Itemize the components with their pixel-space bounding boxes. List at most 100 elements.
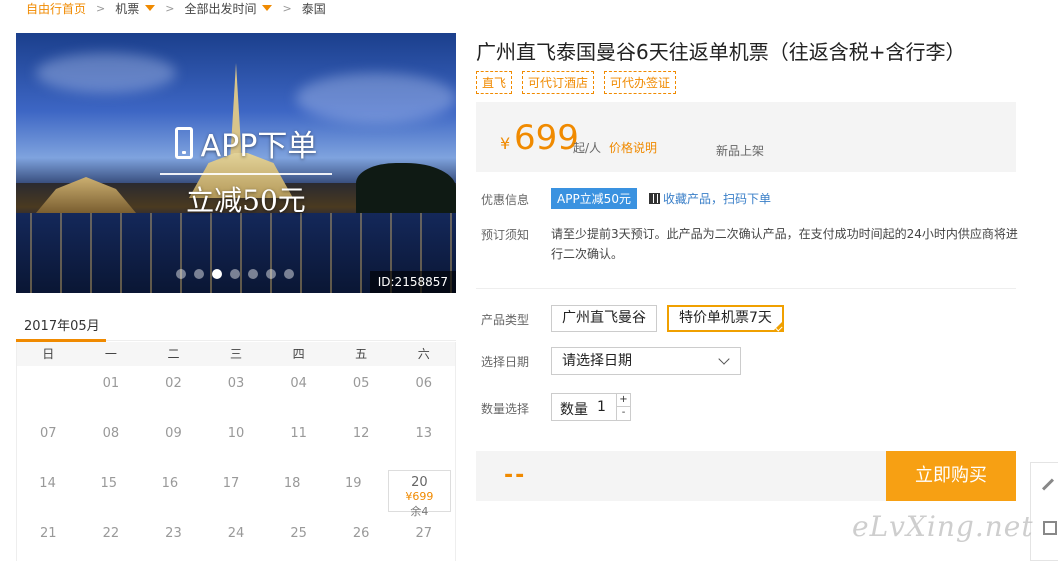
chevron-down-icon[interactable]	[145, 5, 156, 11]
calendar-week-row: 01 02 03 04 05 06	[17, 366, 455, 416]
scan-order-link[interactable]: 扫码下单	[723, 190, 771, 207]
calendar-day[interactable]: 13	[392, 416, 455, 466]
quantity-label: 数量选择	[481, 402, 530, 416]
check-icon	[775, 324, 783, 332]
phone-icon	[174, 127, 193, 159]
watermark: eLvXing.net	[852, 510, 1034, 543]
date-label: 选择日期	[481, 355, 530, 369]
notice-label: 预订须知	[481, 228, 530, 242]
divider	[476, 288, 1016, 289]
breadcrumb-separator: >	[96, 1, 106, 15]
product-type-option-special-7day[interactable]: 特价单机票7天	[667, 305, 784, 332]
quantity-stepper: 数量 1 + -	[551, 393, 631, 421]
calendar-day[interactable]: 08	[80, 416, 143, 466]
calendar-weekday: 一	[104, 347, 117, 361]
product-id-tag: ID:2158857	[369, 271, 456, 293]
calendar-day[interactable]: 21	[17, 516, 80, 561]
calendar-day[interactable]: 05	[330, 366, 393, 416]
carousel-dot[interactable]	[194, 269, 204, 279]
chevron-down-icon[interactable]	[262, 5, 273, 11]
calendar-weekday: 二	[167, 347, 180, 361]
date-select[interactable]: 请选择日期	[551, 347, 741, 375]
calendar-day[interactable]: 19	[323, 466, 384, 516]
breadcrumb-separator: >	[165, 1, 175, 15]
total-price: --	[504, 463, 527, 488]
carousel-dot[interactable]	[284, 269, 294, 279]
buy-now-button[interactable]: 立即购买	[886, 451, 1016, 501]
price-amount: 699	[514, 118, 579, 158]
chevron-down-icon	[718, 353, 730, 365]
calendar-grid: 日一二三四五六 01 02 03 04 05 06 07 08 09 10 11 12 13 14 15 16…	[16, 342, 456, 561]
carousel-dots	[176, 269, 294, 279]
calendar-day-number: 20	[411, 475, 428, 490]
calendar-week-row: 07 08 09 10 11 12 13	[17, 416, 455, 466]
carousel-dot[interactable]	[230, 269, 240, 279]
notice-text: 请至少提前3天预订。此产品为二次确认产品，在支付成功时间起的24小时内供应商将进…	[551, 227, 1018, 261]
calendar-weekdays: 日一二三四五六	[17, 342, 455, 366]
calendar-weekday: 六	[417, 347, 430, 361]
calendar-day[interactable]: 11	[267, 416, 330, 466]
carousel-dot[interactable]	[266, 269, 276, 279]
carousel-dot[interactable]	[212, 269, 222, 279]
calendar-day[interactable]: 17	[200, 466, 261, 516]
buy-bar: -- 立即购买	[476, 451, 1016, 501]
promo-badge: APP立减50元	[551, 188, 637, 209]
calendar-day[interactable]: 07	[17, 416, 80, 466]
calendar-day[interactable]: 01	[80, 366, 143, 416]
side-toolbar	[1030, 462, 1058, 561]
quantity-value[interactable]: 1	[597, 399, 606, 415]
calendar-day[interactable]: 06	[392, 366, 455, 416]
breadcrumb-home-link[interactable]: 自由行首页	[26, 0, 86, 17]
calendar-day[interactable]: 09	[142, 416, 205, 466]
calendar-day[interactable]: 24	[205, 516, 268, 561]
calendar-day[interactable]: 26	[330, 516, 393, 561]
price-box: ¥ 699 起/人 价格说明 新品上架	[476, 102, 1016, 172]
favorite-link[interactable]: 收藏产品	[663, 190, 711, 207]
product-tag: 可代办签证	[604, 71, 677, 94]
quantity-field-label: 数量	[560, 402, 588, 418]
product-type-label: 产品类型	[481, 313, 530, 327]
calendar-day[interactable]: 27	[392, 516, 455, 561]
price-currency: ¥	[500, 134, 511, 153]
calendar-day-available[interactable]: 20 ¥699 余4	[387, 470, 451, 518]
breadcrumb-departure-time[interactable]: 全部出发时间	[184, 0, 256, 17]
calendar-day[interactable]: 16	[139, 466, 200, 516]
cloud-decoration	[36, 53, 176, 93]
promo-links: 收藏产品 ， 扫码下单	[649, 190, 771, 207]
calendar-day-price: ¥699	[405, 490, 434, 503]
quantity-decrease-button[interactable]: -	[616, 407, 630, 420]
calendar-day[interactable]: 02	[142, 366, 205, 416]
cloud-decoration	[296, 73, 456, 123]
calendar-day[interactable]: 22	[80, 516, 143, 561]
calendar-day[interactable]: 14	[17, 466, 78, 516]
breadcrumb-flights[interactable]: 机票	[115, 0, 139, 17]
carousel-dot[interactable]	[176, 269, 186, 279]
calendar-month[interactable]: 2017年05月	[24, 315, 100, 334]
price-explain-link[interactable]: 价格说明	[609, 139, 657, 156]
product-title: 广州直飞泰国曼谷6天往返单机票（往返含税+含行李）	[476, 40, 966, 64]
product-type-option-guangzhou-bangkok[interactable]: 广州直飞曼谷	[551, 305, 657, 332]
calendar-week-row: 14 15 16 17 18 19 20 ¥699 余4	[17, 466, 455, 518]
product-tag: 可代订酒店	[522, 71, 595, 94]
calendar-days: 01 02 03 04 05 06 07 08 09 10 11 12 13 14 15 16 17 18 19 20…	[17, 366, 455, 561]
calendar-day[interactable]: 18	[262, 466, 323, 516]
hero-carousel[interactable]: APP下单 立减50元 ID:2158857	[16, 33, 456, 293]
calendar-day[interactable]: 04	[267, 366, 330, 416]
feedback-pen-icon[interactable]	[1041, 478, 1055, 491]
calendar-weekday: 四	[292, 347, 305, 361]
carousel-dot[interactable]	[248, 269, 258, 279]
app-promo-subtitle: 立减50元	[186, 184, 306, 217]
calendar-day[interactable]: 12	[330, 416, 393, 466]
calendar-week-row: 21 22 23 24 25 26 27	[17, 516, 455, 561]
product-status: 新品上架	[716, 144, 765, 158]
quantity-increase-button[interactable]: +	[616, 394, 630, 407]
calendar-day[interactable]: 03	[205, 366, 268, 416]
qr-code-icon[interactable]	[1043, 521, 1057, 535]
product-tags: 直飞 可代订酒店 可代办签证	[476, 71, 677, 94]
calendar-day[interactable]: 25	[267, 516, 330, 561]
calendar-day[interactable]: 15	[78, 466, 139, 516]
product-tag: 直飞	[476, 71, 513, 94]
calendar-day[interactable]: 10	[205, 416, 268, 466]
calendar-day[interactable]: 23	[142, 516, 205, 561]
breadcrumb: 自由行首页 > 机票 > 全部出发时间 > 泰国	[0, 0, 326, 16]
